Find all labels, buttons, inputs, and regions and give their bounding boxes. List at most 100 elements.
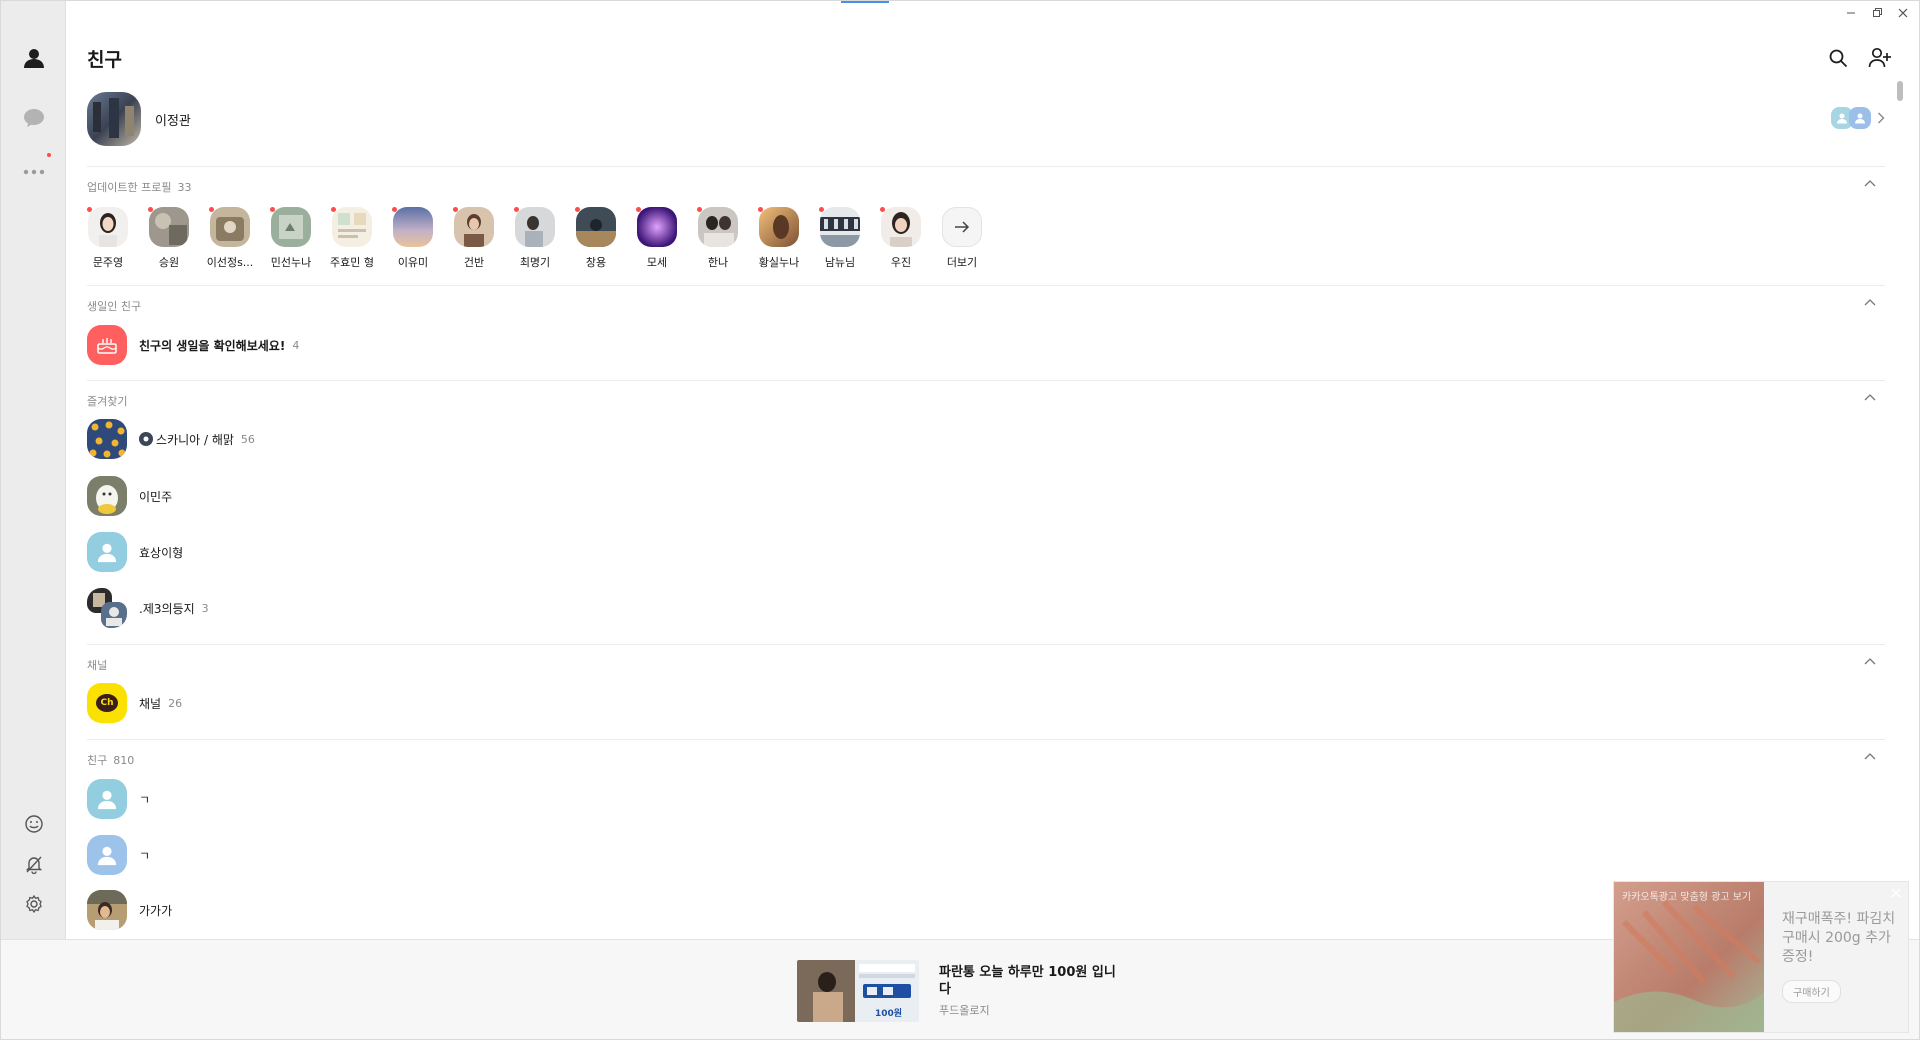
friend-row[interactable]: ㄱ <box>87 832 1885 878</box>
multi-profile-switch[interactable] <box>1831 107 1885 129</box>
search-icon[interactable] <box>1825 45 1851 71</box>
updated-profile-item[interactable]: 주효민 형 <box>330 207 374 270</box>
settings-gear-icon[interactable] <box>17 887 51 921</box>
profile-thumbnail <box>881 207 921 247</box>
favorite-row[interactable]: 이민주 <box>87 473 1885 519</box>
notification-off-icon[interactable] <box>17 847 51 881</box>
channel-icon: Ch <box>87 683 127 723</box>
friends-tab-icon[interactable] <box>17 41 51 75</box>
new-update-dot <box>880 207 885 212</box>
add-friend-icon[interactable] <box>1867 45 1893 71</box>
new-update-dot <box>697 207 702 212</box>
updated-profile-item[interactable]: 창용 <box>575 207 617 270</box>
profile-thumbnail <box>698 207 738 247</box>
profile-thumbnail <box>393 207 433 247</box>
updated-profile-item[interactable]: 민선누나 <box>270 207 312 270</box>
favorites-header: 즐겨찾기 <box>87 393 1885 409</box>
profile-thumbnail <box>149 207 189 247</box>
updated-profile-item[interactable]: 최명기 <box>514 207 556 270</box>
updated-profile-item[interactable]: 남뉴님 <box>819 207 861 270</box>
updated-profile-item[interactable]: 한나 <box>697 207 739 270</box>
my-profile-row[interactable]: 이정관 <box>87 91 1885 147</box>
profile-label: 승원 <box>158 256 180 269</box>
collapse-chevron-icon[interactable] <box>1863 177 1877 191</box>
updated-profile-item[interactable]: 모세 <box>636 207 678 270</box>
close-icon[interactable] <box>1890 887 1902 899</box>
more-tab-icon[interactable] <box>17 155 51 189</box>
section-title: 친구 <box>87 754 108 767</box>
collapse-chevron-icon[interactable] <box>1863 655 1877 669</box>
profile-label: 주효민 형 <box>330 256 374 269</box>
profile-label: 이유미 <box>397 256 429 269</box>
promo-image <box>1614 882 1764 1032</box>
friends-panel: 친구 이정관 업데이트한 프로필 33 문주영 승원 이선정s... 민선누나 … <box>67 1 1905 939</box>
updated-profiles-header: 업데이트한 프로필 33 <box>87 179 1885 195</box>
section-title: 채널 <box>87 659 108 672</box>
default-profile-avatar <box>87 532 127 572</box>
new-update-dot <box>209 207 214 212</box>
updated-profile-item[interactable]: 황실누나 <box>758 207 800 270</box>
multi-profile-avatar <box>1849 107 1871 129</box>
emoticon-icon[interactable] <box>17 807 51 841</box>
my-profile-avatar <box>87 92 141 146</box>
profile-thumbnail <box>759 207 799 247</box>
collapse-chevron-icon[interactable] <box>1863 296 1877 310</box>
birthday-row[interactable]: 친구의 생일을 확인해보세요! 4 <box>87 322 1885 368</box>
channel-label: 채널 <box>139 696 162 711</box>
more-tab-alert-dot <box>47 153 51 157</box>
new-update-dot <box>636 207 641 212</box>
friends-list-header: 친구 810 <box>87 752 1885 768</box>
updated-profiles-list: 문주영 승원 이선정s... 민선누나 주효민 형 이유미 건반 최명기 창용 … <box>87 207 983 270</box>
updated-profile-item[interactable]: 이선정s... <box>207 207 253 270</box>
chats-tab-icon[interactable] <box>17 101 51 135</box>
section-count: 33 <box>177 181 192 194</box>
community-badge-icon <box>139 432 153 446</box>
updated-profile-item[interactable]: 승원 <box>148 207 190 270</box>
favorite-row[interactable]: .제3의등지 3 <box>87 585 1885 631</box>
favorite-row[interactable]: 스카니아 / 해맑 56 <box>87 416 1885 462</box>
profile-avatar <box>87 890 127 930</box>
collapse-chevron-icon[interactable] <box>1863 750 1877 764</box>
favorite-name: 효상이형 <box>139 545 184 560</box>
new-update-dot <box>758 207 763 212</box>
scrollbar-thumb[interactable] <box>1897 81 1903 101</box>
profile-avatar <box>87 476 127 516</box>
friend-name: ㄱ <box>139 848 151 863</box>
ad-thumbnail: 100원 <box>797 960 919 1022</box>
section-count: 810 <box>113 754 135 767</box>
default-profile-avatar <box>87 835 127 875</box>
updated-profile-item[interactable]: 이유미 <box>392 207 434 270</box>
profile-thumbnail <box>637 207 677 247</box>
more-updates-button[interactable]: 더보기 <box>941 207 983 270</box>
favorite-name: 이민주 <box>139 489 173 504</box>
favorite-name: .제3의등지 <box>139 601 195 616</box>
updated-profile-item[interactable]: 건반 <box>453 207 495 270</box>
more-label: 더보기 <box>946 256 978 269</box>
favorite-row[interactable]: 효상이형 <box>87 529 1885 575</box>
divider <box>87 644 1885 645</box>
profile-thumbnail <box>820 207 860 247</box>
profile-label: 최명기 <box>519 256 551 269</box>
friend-row[interactable]: ㄱ <box>87 776 1885 822</box>
profile-label: 모세 <box>646 256 668 269</box>
promo-buy-button[interactable]: 구매하기 <box>1782 980 1841 1003</box>
updated-profile-item[interactable]: 문주영 <box>87 207 129 270</box>
collapse-chevron-icon[interactable] <box>1863 391 1877 405</box>
profile-thumbnail <box>271 207 311 247</box>
divider <box>87 166 1885 167</box>
channel-row[interactable]: Ch 채널 26 <box>87 680 1885 726</box>
new-update-dot <box>331 207 336 212</box>
profile-label: 건반 <box>463 256 485 269</box>
chevron-right-icon <box>1878 112 1885 124</box>
group-chat-avatar <box>87 588 127 628</box>
promo-popup[interactable]: 카카오톡광고 맞춤형 광고 보기 재구매폭주! 파김치구매시 200g 추가증정… <box>1613 881 1909 1033</box>
profile-label: 남뉴님 <box>824 256 856 269</box>
favorite-count: 3 <box>201 601 209 615</box>
new-update-dot <box>392 207 397 212</box>
updated-profile-item[interactable]: 우진 <box>880 207 922 270</box>
group-chat-avatar <box>87 419 127 459</box>
divider <box>87 739 1885 740</box>
page-title: 친구 <box>87 49 122 71</box>
cake-icon <box>87 325 127 365</box>
my-profile-name: 이정관 <box>155 113 191 129</box>
